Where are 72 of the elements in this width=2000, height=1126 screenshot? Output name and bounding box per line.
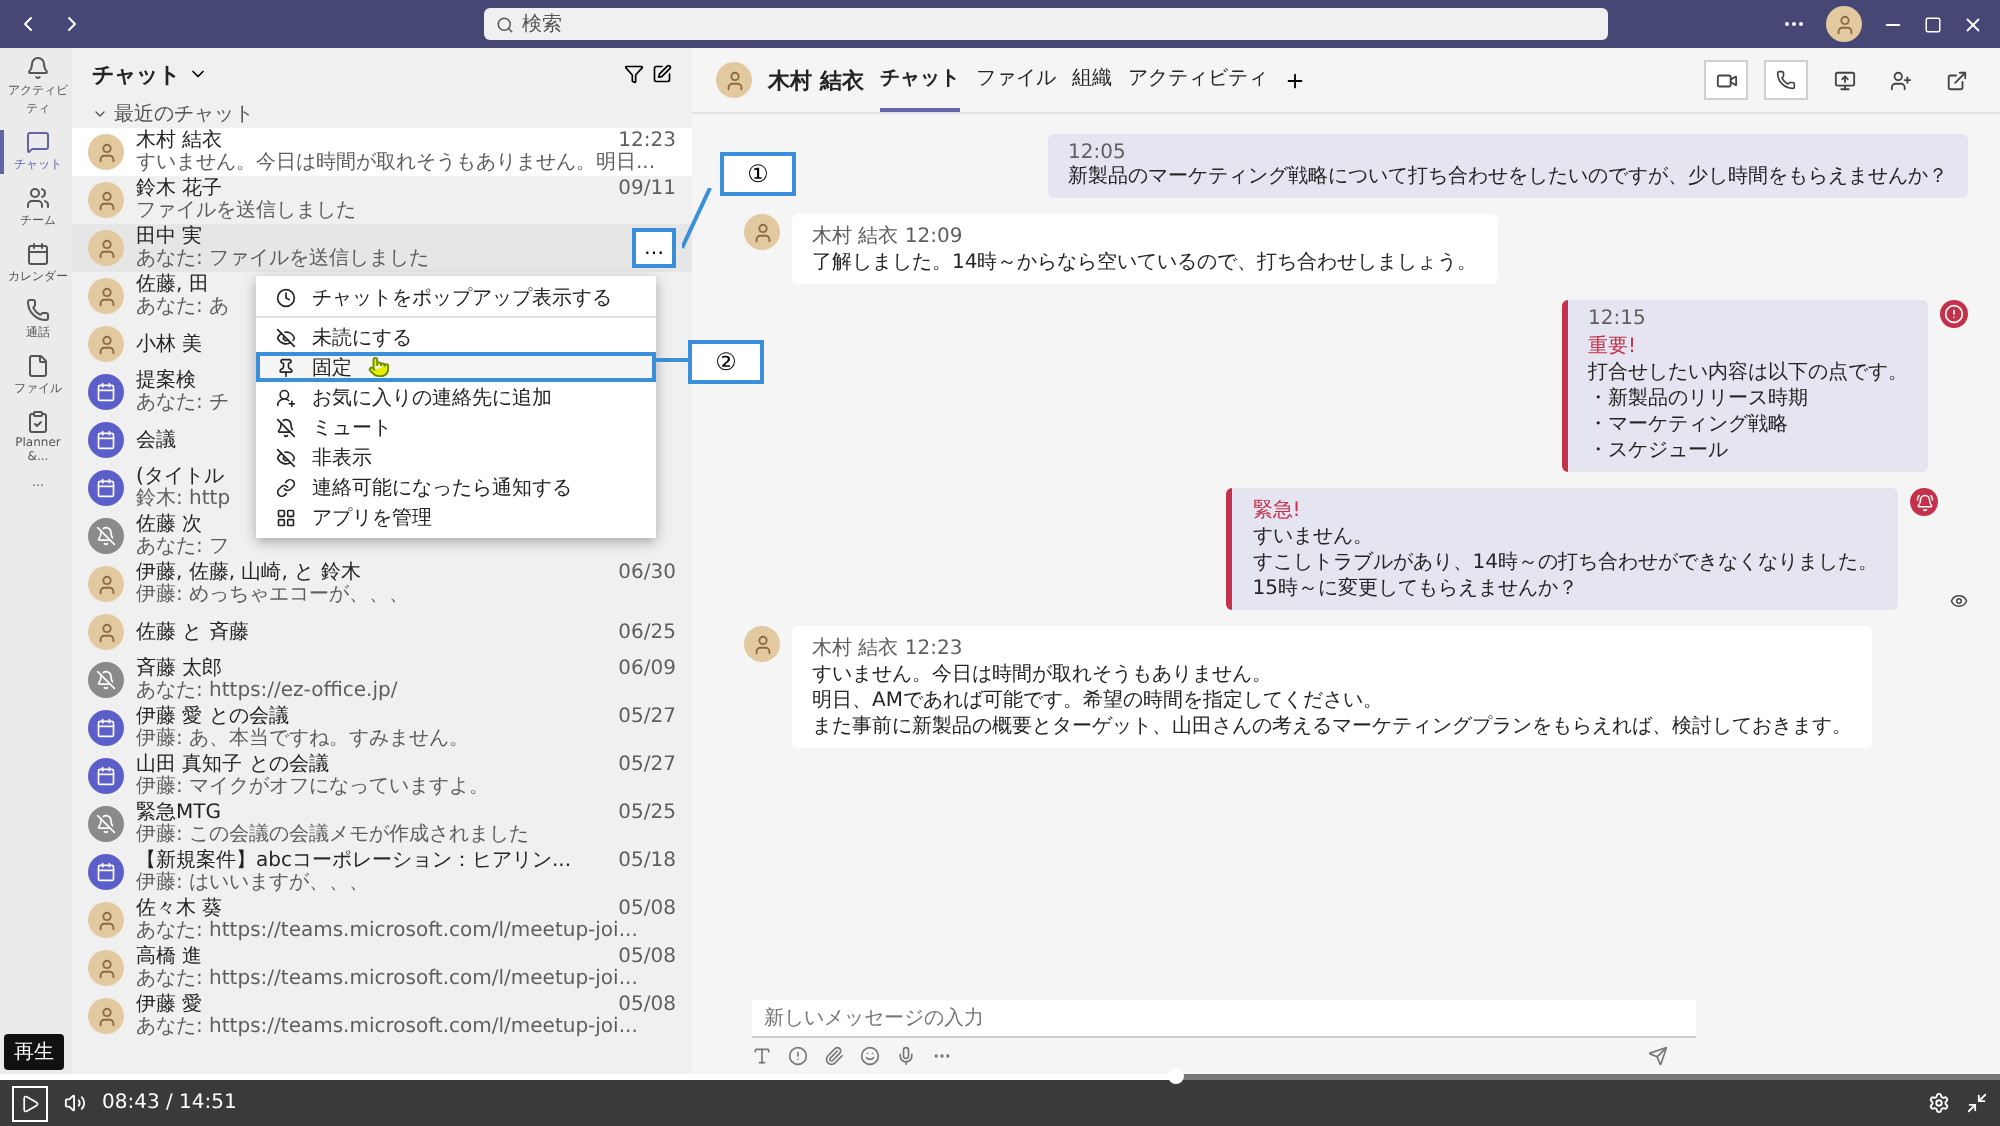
- chat-time: 05/08: [618, 898, 676, 920]
- message-meta: 木村 結衣 12:23: [812, 635, 965, 662]
- chat-name: 小林 美: [136, 333, 203, 355]
- chat-preview: あなた: ファイルを送信しました: [136, 248, 430, 270]
- message-meta: 12:05: [1068, 142, 1128, 164]
- message-text: 新製品のマーケティング戦略について打ち合わせをしたいのですが、少し時間をもらえませんか？: [1068, 166, 1948, 190]
- chat-name: 提案検: [136, 370, 196, 392]
- chat-name: 斉藤 太郎: [136, 658, 223, 680]
- chat-name: 木村 結衣: [136, 130, 223, 152]
- chat-time: 05/08: [618, 994, 676, 1016]
- priority-label: 緊急!: [1252, 497, 1303, 524]
- chat-time: 05/08: [618, 946, 676, 968]
- chat-preview: あなた: https://ez-office.jp/: [136, 680, 398, 702]
- chat-preview: あなた: https://teams.microsoft.com/l/meetup-joi...: [136, 968, 638, 990]
- message-text: また事前に新製品の概要とターゲット、山田さんの考えるマーケティングプランをもらえれば、検討しておきます。: [812, 716, 1852, 740]
- chat-time: 06/09: [618, 658, 676, 680]
- playback-time: 08:43 / 14:51: [102, 1092, 237, 1114]
- chat-list-title: チャット: [92, 59, 180, 89]
- chat-name: 鈴木 花子: [136, 178, 223, 200]
- chat-preview: 鈴木: http: [136, 488, 231, 510]
- chat-preview: あなた: フ: [136, 536, 230, 558]
- message-text: すこしトラブルがあり、14時～の打ち合わせができなくなりました。: [1252, 552, 1878, 576]
- chat-preview: 伊藤: この会議の会議メモが作成されました: [136, 824, 530, 846]
- chat-preview: あなた: あ: [136, 296, 230, 318]
- chat-name: (タイトル: [136, 466, 224, 488]
- message-text: 打合せしたい内容は以下の点です。: [1588, 362, 1908, 386]
- chat-preview: 伊藤: マイクがオフになっていますよ。: [136, 776, 490, 798]
- chat-name: 佐藤 次: [136, 514, 203, 536]
- message-text: ・新製品のリリース時期: [1588, 388, 1810, 412]
- chat-preview: 伊藤: めっちゃエコーが、、、: [136, 584, 410, 606]
- chat-name: 緊急MTG: [136, 802, 221, 824]
- message-text: 了解しました。14時～からなら空いているので、打ち合わせしましょう。: [812, 252, 1478, 276]
- chat-time: 12:23: [618, 130, 676, 152]
- message-text: 明日、AMであれば可能です。希望の時間を指定してください。: [812, 690, 1385, 714]
- section-title: 最近のチャット: [114, 101, 254, 128]
- chat-name: 伊藤 愛: [136, 994, 203, 1016]
- chat-name: 伊藤, 佐藤, 山崎, と 鈴木: [136, 562, 361, 584]
- chat-name: 高橋 進: [136, 946, 203, 968]
- chat-preview: すいません。今日は時間が取れそうもありません。明日...: [136, 152, 656, 174]
- chat-name: 山田 真知子 との会議: [136, 754, 329, 776]
- chat-time: 05/25: [618, 802, 676, 824]
- play-tooltip: 再生: [4, 1034, 64, 1070]
- chat-name: 田中 実: [136, 226, 203, 248]
- chat-time: 05/27: [618, 754, 676, 776]
- message-text: すいません。: [1252, 526, 1375, 550]
- chat-name: 佐藤, 田: [136, 274, 209, 296]
- chat-name: 佐々木 葵: [136, 898, 223, 920]
- chat-time: 05/18: [618, 850, 676, 872]
- chat-time: 06/25: [618, 621, 676, 643]
- chat-preview: あなた: https://teams.microsoft.com/l/meetup-joi...: [136, 1016, 638, 1038]
- chat-time: 06/30: [618, 562, 676, 584]
- message-text: 15時～に変更してもらえませんか？: [1252, 578, 1580, 602]
- message-text: ・スケジュール: [1588, 440, 1730, 464]
- message-text: ・マーケティング戦略: [1588, 414, 1790, 438]
- priority-label: 重要!: [1588, 333, 1639, 360]
- message-meta: 木村 結衣 12:09: [812, 223, 965, 250]
- callout-number: ①: [720, 152, 796, 196]
- message-text: すいません。今日は時間が取れそうもありません。: [812, 664, 1274, 688]
- chat-preview: 伊藤: あ、本当ですね。すみません。: [136, 728, 470, 750]
- chat-preview: 伊藤: はいいますが、、、: [136, 872, 370, 894]
- chat-name: 伊藤 愛 との会議: [136, 706, 289, 728]
- chat-preview: ファイルを送信しました: [136, 200, 356, 222]
- chat-time: 05/27: [618, 706, 676, 728]
- conversation-name: 木村 結衣: [768, 65, 864, 95]
- callout-number: ②: [688, 340, 764, 384]
- message-meta: 12:15: [1588, 308, 1648, 330]
- chat-preview: あなた: チ: [136, 392, 230, 414]
- chat-name: 【新規案件】abcコーポレーション：ヒアリン...: [136, 850, 572, 872]
- chat-name: 佐藤 と 斉藤: [136, 621, 249, 643]
- chat-name: 会議: [136, 429, 176, 451]
- chat-time: 09/11: [618, 178, 676, 200]
- chat-preview: あなた: https://teams.microsoft.com/l/meetup-joi...: [136, 920, 638, 942]
